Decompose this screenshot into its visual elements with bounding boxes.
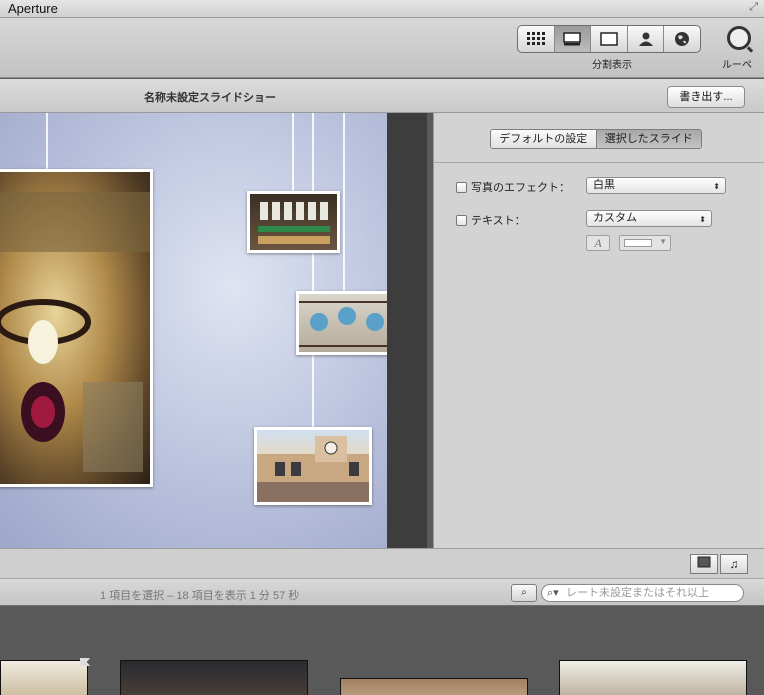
text-label: テキスト： — [471, 215, 526, 227]
faces-button[interactable] — [628, 26, 665, 52]
export-button[interactable]: 書き出す... — [667, 86, 745, 108]
grid-view-button[interactable] — [518, 26, 555, 52]
filter-button[interactable]: ⌕ — [511, 584, 537, 602]
hanging-string — [312, 113, 314, 433]
tab-selected-slide[interactable]: 選択したスライド — [595, 130, 701, 148]
station-signs-image — [258, 202, 330, 244]
stained-glass-image — [299, 301, 387, 347]
station-building-image — [257, 436, 369, 502]
filter-search-icon: ⌕ — [521, 587, 527, 598]
filmstrip-thumbnail[interactable] — [0, 660, 88, 695]
slide-view-button[interactable] — [690, 554, 718, 574]
selection-status: 1 項目を選択 – 18 項目を表示 1 分 57 秒 — [100, 590, 300, 602]
lamp-image — [0, 192, 150, 472]
photo-effect-row: 写真のエフェクト： — [456, 179, 570, 195]
chevron-down-icon: ▼ — [659, 237, 667, 246]
slideshow-header: 名称未設定スライドショー 書き出す... — [0, 79, 764, 113]
color-swatch — [624, 239, 652, 247]
rating-filter-search[interactable]: レート未設定またはそれ以上 — [541, 584, 744, 602]
hanging-string — [292, 113, 294, 193]
toolbar: 分割表示 ルーペ — [0, 18, 764, 78]
slideshow-title: 名称未設定スライドショー — [144, 92, 276, 104]
app-title: Aperture — [8, 1, 58, 16]
main-photo-lamp[interactable] — [0, 169, 153, 487]
filmstrip-thumbnail[interactable] — [340, 678, 528, 695]
filmstrip-thumbnail[interactable] — [120, 660, 308, 695]
music-note-icon: ♫ — [729, 557, 739, 571]
filmstrip-thumbnail[interactable] — [559, 660, 747, 695]
split-view-button[interactable] — [554, 26, 592, 52]
divider — [434, 162, 764, 163]
popup-arrows-icon: ⬍ — [713, 182, 720, 191]
photo-effect-popup[interactable]: 白黒 ⬍ — [586, 177, 726, 194]
hanging-string — [343, 113, 345, 293]
places-globe-icon — [675, 32, 690, 46]
faces-icon — [638, 32, 653, 46]
status-bar: 1 項目を選択 – 18 項目を表示 1 分 57 秒 ⌕ レート未設定またはそ… — [0, 578, 764, 606]
hanging-photo-station-building[interactable] — [254, 427, 372, 505]
slide-inspector: デフォルトの設定 選択したスライド 写真のエフェクト： 白黒 ⬍ テキスト： カ… — [433, 113, 764, 548]
text-row: テキスト： — [456, 212, 526, 228]
flag-icon — [80, 658, 90, 666]
preview-toolbar: ♫ — [0, 548, 764, 578]
loupe-button[interactable] — [727, 26, 751, 50]
photo-effect-value: 白黒 — [593, 179, 615, 191]
fullscreen-view-icon — [600, 32, 618, 46]
search-icon: ⌕▾ — [547, 587, 559, 599]
text-checkbox[interactable] — [456, 214, 467, 226]
places-button[interactable] — [664, 26, 700, 52]
font-button[interactable]: A — [586, 235, 610, 251]
view-mode-segmented-control — [517, 25, 701, 53]
fullscreen-toggle-icon[interactable]: ⤢ — [749, 1, 758, 14]
popup-arrows-icon: ⬍ — [699, 215, 706, 224]
text-style-value: カスタム — [593, 212, 637, 224]
view-mode-label: 分割表示 — [592, 60, 632, 71]
title-bar: Aperture ⤢ — [0, 0, 764, 18]
slide-icon — [697, 556, 711, 568]
photo-effect-checkbox[interactable] — [456, 181, 467, 193]
photo-effect-label: 写真のエフェクト： — [471, 182, 570, 194]
text-style-popup[interactable]: カスタム ⬍ — [586, 210, 712, 227]
tab-default-settings[interactable]: デフォルトの設定 — [491, 130, 596, 148]
audio-button[interactable]: ♫ — [720, 554, 748, 574]
loupe-label: ルーペ — [722, 60, 752, 71]
slideshow-preview[interactable] — [0, 113, 387, 548]
scope-segmented-control: デフォルトの設定 選択したスライド — [490, 129, 702, 149]
viewer-icon — [563, 32, 582, 46]
hanging-photo-station-signs[interactable] — [247, 191, 340, 253]
hanging-photo-stained-glass[interactable] — [296, 291, 387, 355]
grid-icon — [526, 32, 545, 45]
text-color-well[interactable]: ▼ — [619, 235, 671, 251]
hanging-string — [46, 113, 48, 173]
filmstrip — [0, 606, 764, 695]
preview-edge-strip — [387, 113, 427, 548]
viewer-only-button[interactable] — [591, 26, 628, 52]
